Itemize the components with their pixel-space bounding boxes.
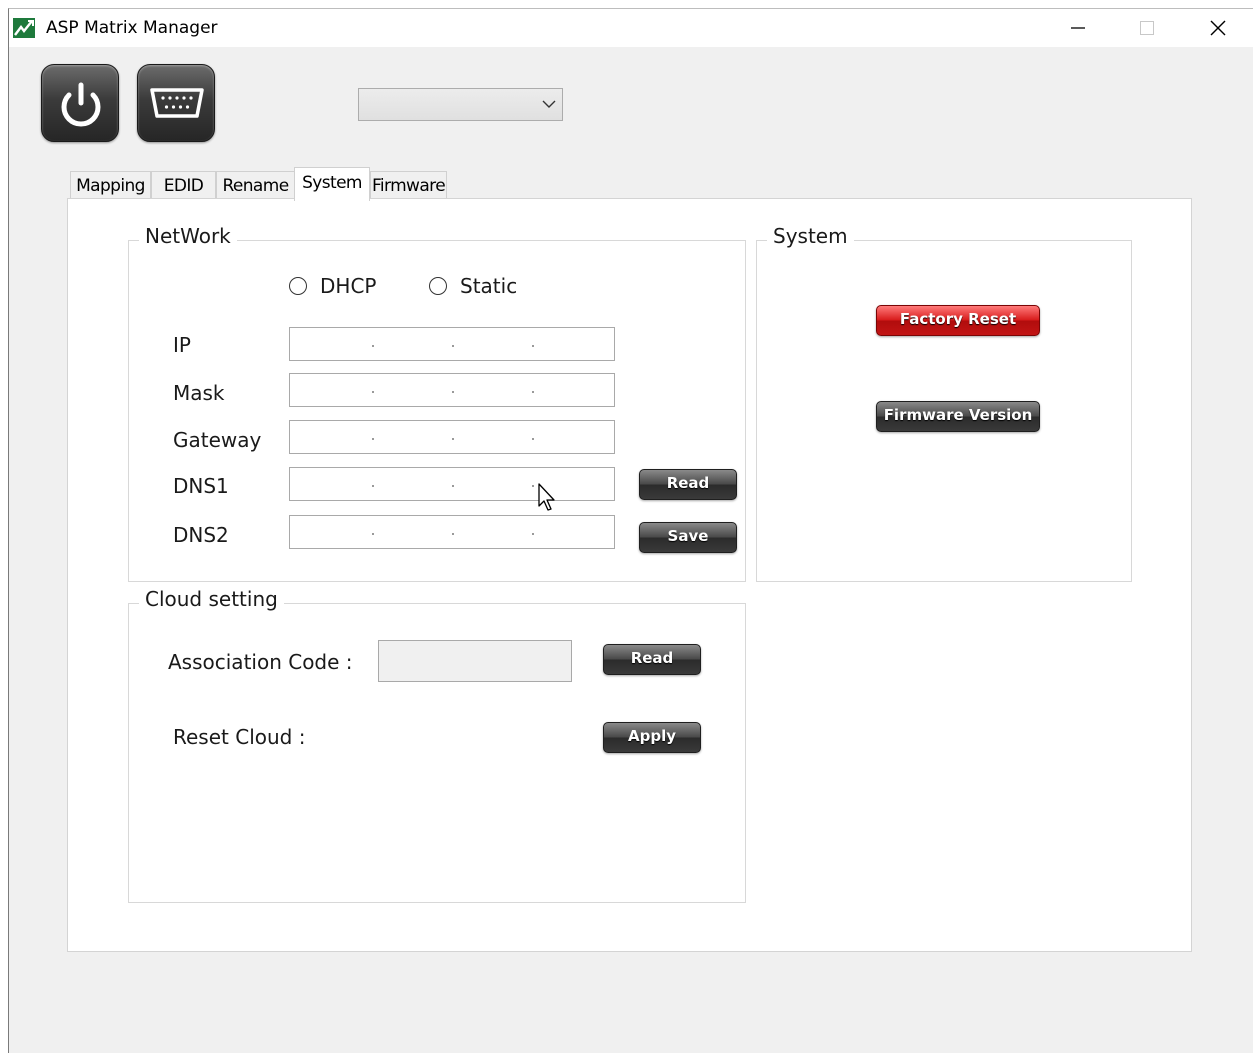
close-icon <box>1210 20 1226 36</box>
system-tab-panel: NetWork DHCP Static IP Mask Gateway DNS1… <box>67 198 1192 952</box>
app-window: ASP Matrix Manager Mapping EDID Rename S… <box>8 8 1253 1053</box>
cloud-apply-button[interactable]: Apply <box>603 722 701 753</box>
dns1-input[interactable] <box>289 467 615 501</box>
tab-mapping[interactable]: Mapping <box>70 171 151 200</box>
mask-label: Mask <box>173 381 225 405</box>
cloud-setting-group: Cloud setting Association Code : Read Re… <box>128 587 746 903</box>
close-button[interactable] <box>1187 9 1247 47</box>
minimize-icon <box>1071 27 1085 29</box>
maximize-icon <box>1140 21 1154 35</box>
network-read-button[interactable]: Read <box>639 469 737 500</box>
gateway-label: Gateway <box>173 428 262 452</box>
network-group-title: NetWork <box>139 224 237 248</box>
static-radio[interactable] <box>429 277 447 295</box>
power-button[interactable] <box>41 64 119 142</box>
association-code-input[interactable] <box>378 640 572 682</box>
network-group: NetWork DHCP Static IP Mask Gateway DNS1… <box>128 224 746 582</box>
title-bar: ASP Matrix Manager <box>9 9 1253 47</box>
cloud-group-title: Cloud setting <box>139 587 284 611</box>
mask-input[interactable] <box>289 373 615 407</box>
system-group-title: System <box>767 224 854 248</box>
power-icon <box>61 82 101 127</box>
system-group: System Factory Reset Firmware Version <box>756 224 1132 582</box>
serial-port-icon <box>150 88 204 118</box>
dhcp-label: DHCP <box>320 274 377 298</box>
tab-rename[interactable]: Rename <box>216 171 295 200</box>
network-save-button[interactable]: Save <box>639 522 737 553</box>
tab-firmware[interactable]: Firmware <box>370 171 447 200</box>
dhcp-radio[interactable] <box>289 277 307 295</box>
app-logo-icon <box>13 18 35 38</box>
association-code-label: Association Code : <box>168 650 353 674</box>
minimize-button[interactable] <box>1047 9 1107 47</box>
dns2-label: DNS2 <box>173 523 229 547</box>
dns1-label: DNS1 <box>173 474 229 498</box>
tab-edid[interactable]: EDID <box>151 171 216 200</box>
maximize-button[interactable] <box>1117 9 1177 47</box>
reset-cloud-label: Reset Cloud : <box>173 725 306 749</box>
cursor-icon <box>538 483 555 511</box>
firmware-version-button[interactable]: Firmware Version <box>876 401 1040 432</box>
cloud-read-button[interactable]: Read <box>603 644 701 675</box>
ip-input[interactable] <box>289 327 615 361</box>
factory-reset-button[interactable]: Factory Reset <box>876 305 1040 336</box>
static-label: Static <box>460 274 518 298</box>
serial-connect-button[interactable] <box>137 64 215 142</box>
device-select[interactable] <box>358 88 563 121</box>
chevron-down-icon <box>542 100 556 108</box>
tab-system[interactable]: System <box>294 167 370 201</box>
dns2-input[interactable] <box>289 515 615 549</box>
ip-label: IP <box>173 333 191 357</box>
gateway-input[interactable] <box>289 420 615 454</box>
window-title: ASP Matrix Manager <box>46 18 218 38</box>
